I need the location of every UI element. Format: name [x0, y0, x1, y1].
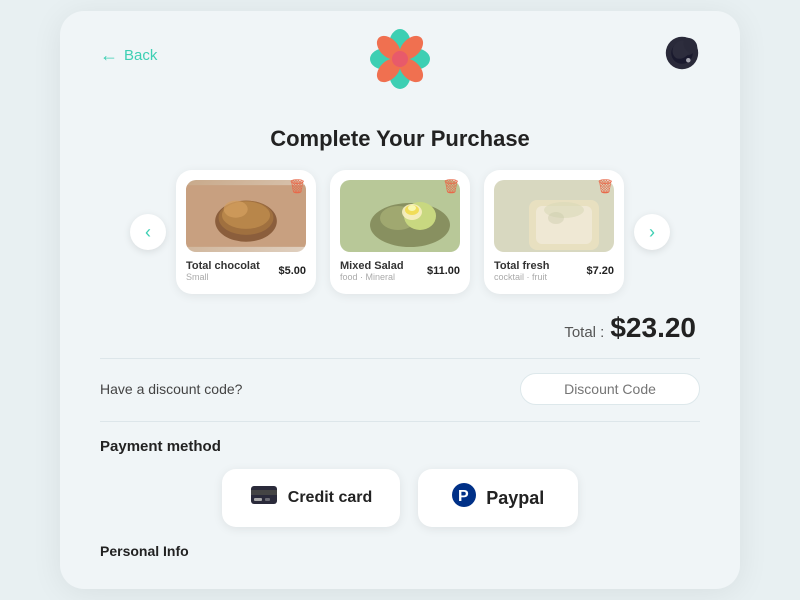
item-price-2: $11.00 — [427, 265, 460, 277]
discount-question: Have a discount code? — [100, 381, 242, 397]
divider-2 — [100, 421, 700, 422]
credit-card-label: Credit card — [288, 489, 372, 507]
total-amount: $23.20 — [610, 312, 696, 344]
back-button[interactable]: ← Back — [100, 45, 157, 66]
total-row: Total : $23.20 — [100, 312, 700, 344]
divider-1 — [100, 358, 700, 359]
item-footer-1: Total chocolat Small $5.00 — [186, 260, 306, 282]
item-footer-2: Mixed Salad food · Mineral $11.00 — [340, 260, 460, 282]
purchase-card: ← Back — [60, 11, 740, 589]
page-title: Complete Your Purchase — [100, 126, 700, 152]
payment-method-title: Payment method — [100, 438, 700, 455]
paypal-label: Paypal — [486, 488, 544, 509]
svg-text:P: P — [458, 488, 469, 505]
carousel-row: ‹ 🗑 Total chocolat — [100, 170, 700, 294]
delete-icon-1[interactable]: 🗑 — [288, 178, 306, 195]
item-sub-1: Small — [186, 272, 260, 282]
back-label: Back — [124, 47, 157, 64]
item-name-1: Total chocolat — [186, 260, 260, 272]
item-footer-3: Total fresh cocktail · fruit $7.20 — [494, 260, 614, 282]
item-price-3: $7.20 — [586, 265, 614, 277]
item-name-3: Total fresh — [494, 260, 549, 272]
paypal-icon: P — [452, 481, 476, 515]
moon-icon — [664, 35, 700, 71]
paypal-button[interactable]: P Paypal — [418, 469, 578, 527]
item-sub-3: cocktail · fruit — [494, 272, 549, 282]
discount-code-input[interactable] — [520, 373, 700, 405]
delete-icon-2[interactable]: 🗑 — [442, 178, 460, 195]
payment-row: Credit card P Paypal — [100, 469, 700, 527]
item-sub-2: food · Mineral — [340, 272, 404, 282]
item-price-1: $5.00 — [278, 265, 306, 277]
dark-mode-button[interactable] — [664, 35, 700, 76]
item-card-3: 🗑 Total fresh cocktail · fruit — [484, 170, 624, 294]
carousel-prev-button[interactable]: ‹ — [130, 214, 166, 250]
credit-card-button[interactable]: Credit card — [222, 469, 400, 527]
personal-info-label: Personal Info — [100, 543, 700, 559]
logo-area — [370, 29, 430, 94]
discount-row: Have a discount code? — [100, 373, 700, 405]
item-card-2: 🗑 Mixed Salad food · Min — [330, 170, 470, 294]
delete-icon-3[interactable]: 🗑 — [596, 178, 614, 195]
credit-card-icon — [250, 485, 278, 511]
back-arrow-icon: ← — [100, 45, 118, 66]
total-label: Total : — [564, 324, 604, 341]
item-name-2: Mixed Salad — [340, 260, 404, 272]
top-bar: ← Back — [100, 35, 700, 76]
logo-icon — [370, 29, 430, 89]
carousel-next-button[interactable]: › — [634, 214, 670, 250]
items-container: 🗑 Total chocolat Small — [176, 170, 624, 294]
item-card-1: 🗑 Total chocolat Small — [176, 170, 316, 294]
